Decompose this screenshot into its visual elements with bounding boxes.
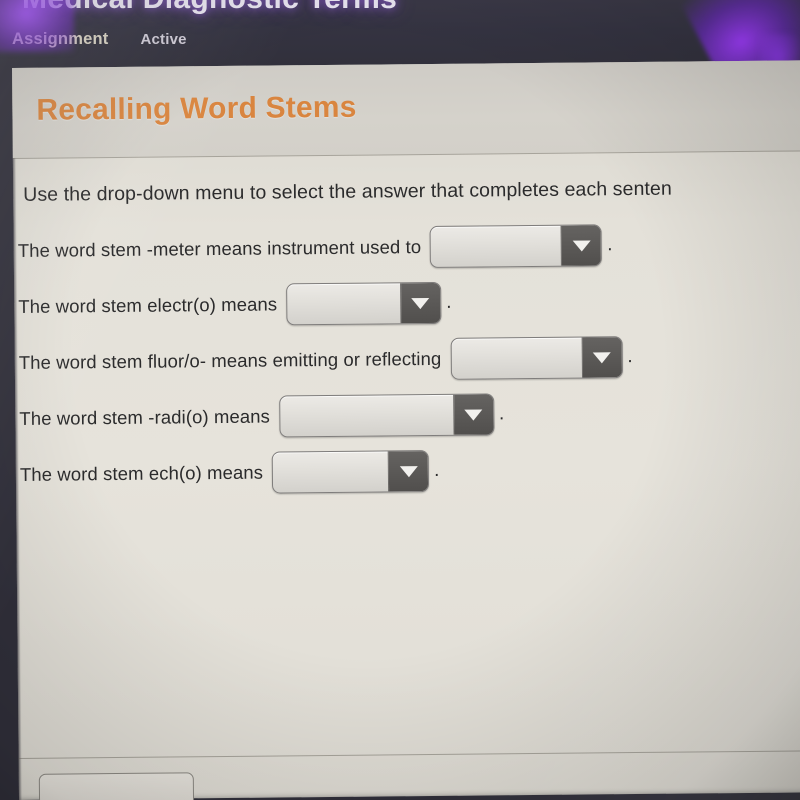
app-header: Medical Diagnostic Terms Assignment Acti…: [0, 0, 800, 68]
dropdown-arrow-box[interactable]: [387, 451, 429, 492]
title-band: Recalling Word Stems: [12, 60, 800, 158]
answer-dropdown-1[interactable]: [429, 224, 603, 268]
assignment-label: Assignment: [12, 30, 109, 48]
dropdown-arrow-box[interactable]: [560, 225, 602, 266]
chevron-down-icon: [572, 239, 591, 252]
submit-button[interactable]: [38, 772, 195, 800]
answer-dropdown-5[interactable]: [271, 450, 430, 494]
question-text: The word stem -radi(o) means: [19, 405, 271, 429]
divider-bottom: [18, 750, 800, 759]
question-row: The word stem -meter means instrument us…: [18, 224, 613, 272]
question-text: The word stem electr(o) means: [18, 293, 278, 317]
question-text: The word stem fluor/o- means emitting or…: [18, 347, 442, 373]
chevron-down-icon: [399, 465, 418, 477]
question-row: The word stem fluor/o- means emitting or…: [19, 336, 633, 384]
question-row: The word stem -radi(o) means .: [19, 393, 504, 440]
assignment-meta: Assignment Active: [12, 30, 187, 49]
status-badge: Active: [140, 31, 187, 48]
dropdown-arrow-box[interactable]: [399, 282, 441, 324]
question-row: The word stem electr(o) means .: [18, 281, 452, 328]
answer-dropdown-3[interactable]: [450, 336, 623, 380]
content-page: Recalling Word Stems Use the drop-down m…: [12, 60, 800, 800]
sentence-period: .: [627, 346, 633, 368]
screen-photo: Medical Diagnostic Terms Assignment Acti…: [0, 0, 800, 800]
dropdown-arrow-box[interactable]: [452, 394, 494, 435]
sentence-period: .: [433, 459, 440, 481]
dropdown-arrow-box[interactable]: [581, 337, 622, 378]
answer-dropdown-2[interactable]: [285, 281, 442, 326]
sentence-period: .: [446, 291, 452, 313]
question-text: The word stem ech(o) means: [19, 461, 264, 485]
page-title: Recalling Word Stems: [36, 90, 357, 127]
question-text: The word stem -meter means instrument us…: [17, 236, 422, 261]
sentence-period: .: [498, 403, 505, 425]
chevron-down-icon: [592, 351, 611, 363]
sentence-period: .: [607, 234, 613, 256]
app-title: Medical Diagnostic Terms: [22, 0, 397, 16]
answer-dropdown-4[interactable]: [278, 393, 495, 438]
instructions-text: Use the drop-down menu to select the ans…: [23, 177, 672, 206]
chevron-down-icon: [411, 297, 430, 309]
question-row: The word stem ech(o) means .: [20, 450, 440, 496]
chevron-down-icon: [464, 409, 483, 421]
screen-glare-right: [679, 0, 800, 68]
